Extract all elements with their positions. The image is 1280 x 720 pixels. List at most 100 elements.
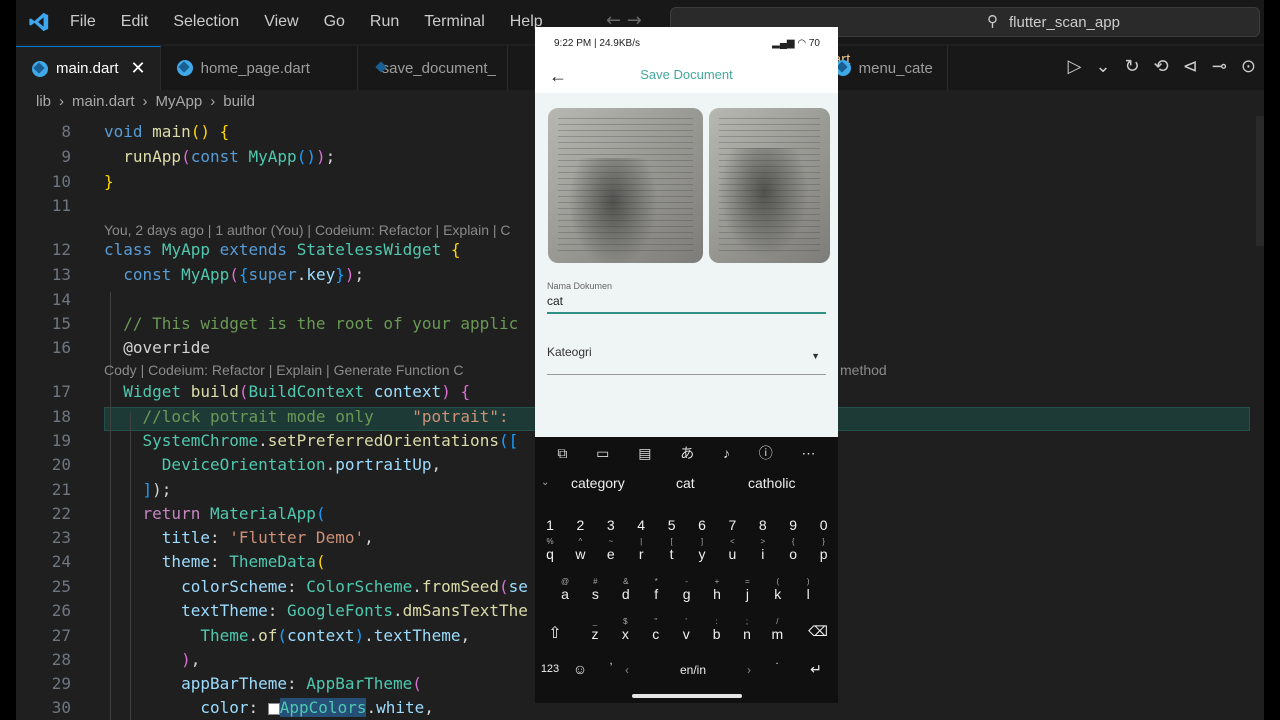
key-1[interactable]: 1 bbox=[536, 517, 564, 533]
key-3[interactable]: 3 bbox=[597, 517, 625, 533]
key-e[interactable]: ~ e bbox=[597, 537, 625, 562]
more-icon[interactable]: ⋯ bbox=[802, 445, 816, 462]
key-c[interactable]: " c bbox=[642, 617, 670, 642]
history-icon[interactable]: ⟲ bbox=[1154, 56, 1169, 77]
signal-icon: ▂▄▆ ◠ bbox=[772, 38, 809, 49]
stickers-icon[interactable]: ⧉ bbox=[557, 445, 567, 462]
close-icon[interactable]: ✕ bbox=[131, 58, 146, 79]
suggestion-item[interactable]: cat bbox=[676, 475, 695, 491]
key-k[interactable]: (k bbox=[764, 577, 792, 602]
tab-label: menu_cate bbox=[858, 59, 933, 77]
codelens-author[interactable]: You, 2 days ago | 1 author (You) | Codei… bbox=[104, 222, 511, 238]
key-z[interactable]: _ z bbox=[581, 617, 609, 642]
editor-toolbar: ▷ ⌄ ↻ ⟲ ⊲ ⊸ ⊙ bbox=[1068, 56, 1256, 77]
menu-run[interactable]: Run bbox=[370, 13, 399, 31]
go-back-icon[interactable]: ⊲ bbox=[1183, 56, 1198, 77]
period-key[interactable]: . bbox=[763, 655, 791, 667]
emoji-icon[interactable]: ☺ bbox=[566, 661, 594, 677]
menu-edit[interactable]: Edit bbox=[121, 13, 149, 31]
key-y[interactable]: ] y bbox=[688, 537, 716, 562]
key-b[interactable]: :b bbox=[703, 617, 731, 642]
key-o[interactable]: {o bbox=[779, 537, 807, 562]
microphone-icon[interactable]: ♪ bbox=[723, 445, 730, 461]
info-icon[interactable]: ⓘ bbox=[759, 443, 773, 463]
key-s[interactable]: # s bbox=[581, 577, 609, 602]
breadcrumb-file[interactable]: main.dart bbox=[72, 93, 135, 110]
menu-file[interactable]: File bbox=[70, 13, 96, 31]
breadcrumb-class[interactable]: MyApp bbox=[156, 93, 203, 110]
spacebar[interactable]: en/in bbox=[663, 663, 723, 677]
phone-screen-mirror: 9:22 PM | 24.9KB/s ▂▄▆ ◠ 70 ← Save Docum… bbox=[535, 27, 838, 703]
scan-thumbnail[interactable] bbox=[709, 108, 830, 263]
gesture-nav-bar[interactable] bbox=[632, 694, 742, 698]
category-dropdown[interactable]: Kateogri ▼ bbox=[547, 345, 826, 375]
key-h[interactable]: + h bbox=[703, 577, 731, 602]
key-n[interactable]: ; n bbox=[733, 617, 761, 642]
refresh-icon[interactable]: ↻ bbox=[1125, 56, 1140, 77]
search-icon: ⚲ bbox=[987, 13, 998, 30]
menu-go[interactable]: Go bbox=[324, 13, 345, 31]
tab-save-document[interactable]: save_document_ bbox=[358, 46, 508, 90]
key-m[interactable]: / m bbox=[763, 617, 791, 642]
suggestion-item[interactable]: category bbox=[571, 475, 625, 491]
key-row-1: % q ^ w ~ e | r[t] y < u > i{o} p bbox=[535, 537, 838, 567]
key-l[interactable]: ) l bbox=[794, 577, 822, 602]
gif-icon[interactable]: ▭ bbox=[596, 445, 609, 462]
dart-file-icon bbox=[32, 60, 48, 77]
key-f[interactable]: * f bbox=[642, 577, 670, 602]
status-bar: 9:22 PM | 24.9KB/s ▂▄▆ ◠ 70 bbox=[535, 27, 838, 59]
comma-key[interactable]: , bbox=[597, 655, 625, 667]
codelens-cody[interactable]: Cody | Codeium: Refactor | Explain | Gen… bbox=[104, 362, 887, 378]
key-v[interactable]: ' v bbox=[672, 617, 700, 642]
enter-key-icon[interactable]: ↵ bbox=[802, 661, 830, 678]
key-t[interactable]: [t bbox=[658, 537, 686, 562]
key-9[interactable]: 9 bbox=[779, 517, 807, 533]
key-x[interactable]: $ x bbox=[611, 617, 639, 642]
key-0[interactable]: 0 bbox=[810, 517, 838, 533]
minimap[interactable] bbox=[1256, 116, 1264, 246]
key-2[interactable]: 2 bbox=[566, 517, 594, 533]
tab-main-dart[interactable]: main.dart ✕ bbox=[16, 46, 161, 90]
chevron-down-icon[interactable]: ⌄ bbox=[541, 477, 549, 488]
breadcrumb-lib[interactable]: lib bbox=[36, 93, 51, 110]
tab-menu-category[interactable]: menu_cate bbox=[819, 46, 948, 90]
key-d[interactable]: & d bbox=[612, 577, 640, 602]
document-name-field[interactable]: Nama Dokumen cat bbox=[547, 281, 826, 314]
shift-key[interactable]: ⇧ bbox=[541, 623, 569, 643]
timeline-icon[interactable]: ⊸ bbox=[1212, 56, 1227, 77]
menu-terminal[interactable]: Terminal bbox=[424, 13, 484, 31]
key-r[interactable]: | r bbox=[627, 537, 655, 562]
document-name-input[interactable]: cat bbox=[547, 294, 826, 308]
scan-thumbnail[interactable] bbox=[548, 108, 703, 263]
suggestion-item[interactable]: catholic bbox=[748, 475, 795, 491]
key-u[interactable]: < u bbox=[718, 537, 746, 562]
menu-view[interactable]: View bbox=[264, 13, 298, 31]
tab-label: save_document_ bbox=[381, 59, 496, 77]
tab-label: home_page.dart bbox=[200, 59, 310, 77]
scanned-pages-carousel[interactable] bbox=[548, 108, 830, 263]
key-7[interactable]: 7 bbox=[718, 517, 746, 533]
key-5[interactable]: 5 bbox=[658, 517, 686, 533]
translate-icon[interactable]: あ bbox=[680, 443, 694, 463]
dart-file-icon bbox=[176, 60, 193, 76]
key-w[interactable]: ^ w bbox=[566, 537, 594, 562]
chevron-down-icon[interactable]: ⌄ bbox=[1095, 56, 1110, 77]
dropdown-arrow-icon: ▼ bbox=[811, 351, 820, 361]
key-8[interactable]: 8 bbox=[749, 517, 777, 533]
run-icon[interactable]: ▷ bbox=[1068, 56, 1082, 77]
clipboard-icon[interactable]: ▤ bbox=[638, 445, 651, 462]
tab-home-page[interactable]: home_page.dart bbox=[161, 46, 358, 90]
key-i[interactable]: > i bbox=[749, 537, 777, 562]
split-editor-icon[interactable]: ⊙ bbox=[1241, 56, 1256, 77]
key-4[interactable]: 4 bbox=[627, 517, 655, 533]
key-j[interactable]: = j bbox=[733, 577, 761, 602]
key-q[interactable]: % q bbox=[536, 537, 564, 562]
menu-selection[interactable]: Selection bbox=[173, 13, 239, 31]
key-p[interactable]: } p bbox=[810, 537, 838, 562]
numbers-key[interactable]: 123 bbox=[536, 663, 564, 675]
key-a[interactable]: @ a bbox=[551, 577, 579, 602]
breadcrumb-method[interactable]: build bbox=[223, 93, 255, 110]
key-6[interactable]: 6 bbox=[688, 517, 716, 533]
key-g[interactable]: -g bbox=[673, 577, 701, 602]
backspace-key[interactable]: ⌫ bbox=[804, 623, 832, 640]
